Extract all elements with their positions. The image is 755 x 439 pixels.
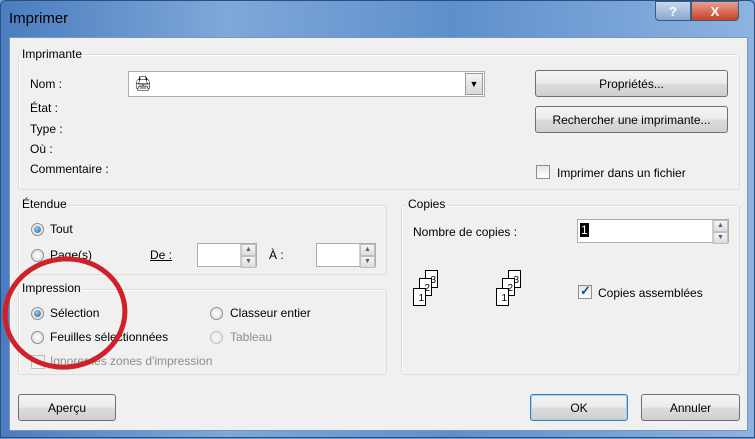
red-circle-annotation [2, 256, 128, 370]
dialog-window: Imprimer ? X Imprimante Nom : 🖨 ▼ État :… [0, 0, 755, 438]
